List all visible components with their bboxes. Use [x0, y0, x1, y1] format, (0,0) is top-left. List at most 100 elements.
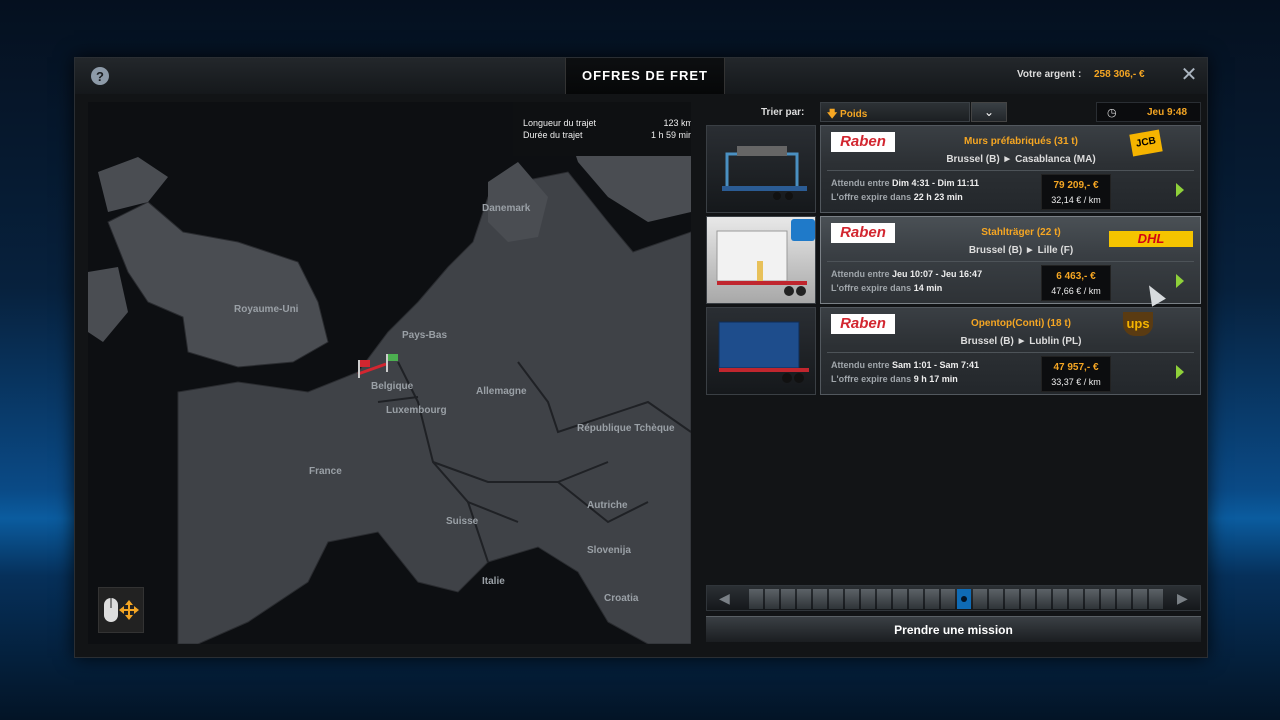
- price-per-km: 32,14 € / km: [1051, 195, 1101, 205]
- page-dot[interactable]: [781, 589, 795, 609]
- mouse-pan-icon: [104, 598, 139, 622]
- page-dot[interactable]: [1053, 589, 1067, 609]
- take-mission-button[interactable]: Prendre une mission: [706, 616, 1201, 642]
- map-label-italie: Italie: [482, 576, 505, 587]
- job-list: Raben Murs préfabriqués (31 t) Brussel (…: [706, 125, 1201, 398]
- job-offer[interactable]: Raben Murs préfabriqués (31 t) Brussel (…: [706, 125, 1201, 213]
- money-value: 258 306,- €: [1094, 69, 1145, 80]
- page-dot[interactable]: [1005, 589, 1019, 609]
- sort-label: Trier par:: [761, 107, 805, 118]
- page-dot[interactable]: [1085, 589, 1099, 609]
- expected-value: Sam 1:01 - Sam 7:41: [892, 360, 980, 370]
- cargo-brand-logo: ups: [1123, 312, 1153, 336]
- play-arrow-icon[interactable]: [1176, 274, 1184, 288]
- trailer-thumbnail: [706, 216, 816, 304]
- company-logo: Raben: [831, 223, 895, 243]
- page-dot[interactable]: [845, 589, 859, 609]
- map-label-belgique: Belgique: [371, 381, 414, 392]
- page-dot[interactable]: [1133, 589, 1147, 609]
- map-label-allemagne: Allemagne: [476, 386, 527, 397]
- play-arrow-icon[interactable]: [1176, 365, 1184, 379]
- chevron-down-icon[interactable]: ⌄: [971, 102, 1007, 122]
- trailer-thumbnail: [706, 307, 816, 395]
- expires-label: L'offre expire dans: [831, 374, 912, 384]
- page-dot[interactable]: [893, 589, 907, 609]
- container-trailer-image: [718, 321, 809, 383]
- play-arrow-icon[interactable]: [1176, 183, 1184, 197]
- expires-label: L'offre expire dans: [831, 192, 912, 202]
- map-label-croatia: Croatia: [604, 593, 639, 604]
- page-dot-current[interactable]: [957, 589, 971, 609]
- route-duration-label: Durée du trajet: [523, 130, 583, 140]
- page-dot[interactable]: [1069, 589, 1083, 609]
- clock-value: Jeu 9:48: [1147, 107, 1188, 118]
- offer-expiry: L'offre expire dans 22 h 23 min: [831, 192, 963, 202]
- cargo-name: Opentop(Conti) (18 t): [971, 318, 1071, 329]
- page-dot[interactable]: [797, 589, 811, 609]
- page-dot[interactable]: [973, 589, 987, 609]
- expires-value: 22 h 23 min: [913, 192, 963, 202]
- job-price: 6 463,- €: [1056, 271, 1096, 282]
- price-box: 6 463,- € 47,66 € / km: [1041, 265, 1111, 301]
- freight-offers-window: ? OFFRES DE FRET Votre argent : 258 306,…: [74, 57, 1208, 658]
- close-icon[interactable]: ✕: [1179, 65, 1199, 85]
- map-pan-hint: [98, 587, 144, 633]
- price-per-km: 47,66 € / km: [1051, 286, 1101, 296]
- divider: [827, 261, 1194, 262]
- job-price: 79 209,- €: [1053, 180, 1099, 191]
- route-length-value: 123 km: [663, 118, 691, 128]
- page-dot[interactable]: [1149, 589, 1163, 609]
- job-offer[interactable]: Raben Opentop(Conti) (18 t) Brussel (B) …: [706, 307, 1201, 395]
- job-card[interactable]: Raben Murs préfabriqués (31 t) Brussel (…: [820, 125, 1201, 213]
- pager-prev-icon[interactable]: ◀: [719, 590, 730, 607]
- map-label-royaume-uni: Royaume-Uni: [234, 304, 299, 315]
- curtain-trailer-image: [716, 219, 815, 296]
- page-dot[interactable]: [877, 589, 891, 609]
- expires-value: 14 min: [913, 283, 943, 293]
- page-dots: [749, 589, 1163, 609]
- map-label-slovenija: Slovenija: [587, 545, 631, 556]
- job-offer[interactable]: Raben Stahlträger (22 t) Brussel (B) ► L…: [706, 216, 1201, 304]
- page-dot[interactable]: [765, 589, 779, 609]
- cargo-brand-logo: DHL: [1109, 231, 1193, 247]
- page-dot[interactable]: [1021, 589, 1035, 609]
- expected-label: Attendu entre: [831, 269, 890, 279]
- clock-icon: ◷: [1107, 107, 1117, 119]
- route-length-label: Longueur du trajet: [523, 118, 597, 128]
- window-title: OFFRES DE FRET: [582, 68, 708, 83]
- pager-next-icon[interactable]: ▶: [1177, 590, 1188, 607]
- company-logo: Raben: [831, 314, 895, 334]
- map-label-danemark: Danemark: [482, 203, 531, 214]
- job-price: 47 957,- €: [1053, 362, 1099, 373]
- game-clock: ◷ Jeu 9:48: [1096, 102, 1201, 122]
- flatbed-trailer-image: [722, 146, 807, 200]
- page-dot[interactable]: [909, 589, 923, 609]
- page-dot[interactable]: [813, 589, 827, 609]
- cargo-name: Stahlträger (22 t): [981, 227, 1061, 238]
- cargo-brand-logo: JCB: [1129, 129, 1163, 157]
- divider: [827, 170, 1194, 171]
- job-card[interactable]: Raben Opentop(Conti) (18 t) Brussel (B) …: [820, 307, 1201, 395]
- page-dot[interactable]: [861, 589, 875, 609]
- page-dot[interactable]: [1037, 589, 1051, 609]
- expected-label: Attendu entre: [831, 178, 890, 188]
- expected-value: Dim 4:31 - Dim 11:11: [892, 178, 980, 188]
- price-box: 47 957,- € 33,37 € / km: [1041, 356, 1111, 392]
- route-info: Longueur du trajet 123 km Durée du traje…: [513, 102, 691, 156]
- page-dot[interactable]: [1101, 589, 1115, 609]
- cargo-name: Murs préfabriqués (31 t): [964, 136, 1078, 147]
- page-dot[interactable]: [829, 589, 843, 609]
- map-landmass: [88, 102, 691, 644]
- company-logo: Raben: [831, 132, 895, 152]
- page-dot[interactable]: [1117, 589, 1131, 609]
- expected-value: Jeu 10:07 - Jeu 16:47: [892, 269, 983, 279]
- help-icon[interactable]: ?: [91, 67, 109, 85]
- page-dot[interactable]: [925, 589, 939, 609]
- expected-window: Attendu entre Dim 4:31 - Dim 11:11: [831, 178, 979, 188]
- page-dot[interactable]: [749, 589, 763, 609]
- page-dot[interactable]: [941, 589, 955, 609]
- world-map[interactable]: Longueur du trajet 123 km Durée du traje…: [88, 102, 691, 644]
- sort-select[interactable]: 🡇 Poids: [820, 102, 970, 122]
- page-dot[interactable]: [989, 589, 1003, 609]
- job-pager[interactable]: ◀ ▶: [706, 585, 1201, 611]
